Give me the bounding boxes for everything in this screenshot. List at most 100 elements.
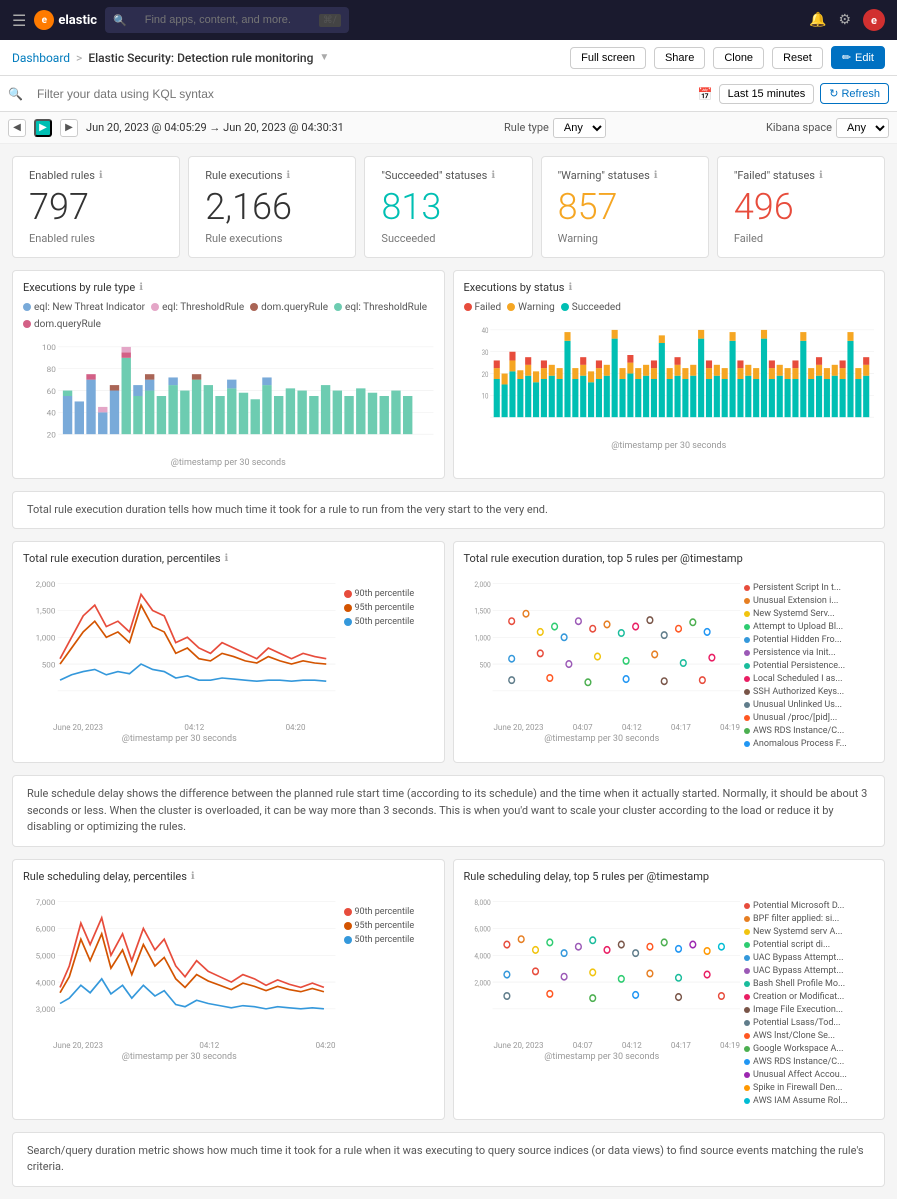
- stat-succeeded: "Succeeded" statuses ℹ 813 Succeeded: [364, 156, 532, 258]
- svg-text:1,500: 1,500: [36, 607, 56, 616]
- schedule-top5-card: Rule scheduling delay, top 5 rules per @…: [453, 859, 886, 1120]
- schedule-scatter-x-axis: June 20, 2023 04:07 04:12 04:17 04:19: [464, 1041, 741, 1050]
- legend-item: eql: ThresholdRule: [151, 302, 244, 313]
- kibana-space-label: Kibana space: [766, 121, 832, 134]
- scatter-legend-item: Attempt to Upload Bl...: [744, 622, 874, 632]
- stat-failed-value: 496: [734, 188, 868, 228]
- enabled-rules-info-icon[interactable]: ℹ: [99, 170, 103, 181]
- svg-text:5,000: 5,000: [36, 951, 56, 960]
- svg-text:500: 500: [479, 660, 490, 670]
- svg-text:100: 100: [42, 343, 56, 352]
- legend-color-dot: [344, 908, 352, 916]
- duration-percentiles-content: 2,000 1,500 1,000 500: [23, 573, 434, 744]
- kibana-space-select[interactable]: Any: [836, 118, 889, 138]
- chart-status-axis-label: @timestamp per 30 seconds: [464, 441, 875, 451]
- scatter-legend-item: SSH Authorized Keys...: [744, 687, 874, 697]
- legend-color-dot: [344, 922, 352, 930]
- scatter-axis-label: @timestamp per 30 seconds: [464, 734, 741, 744]
- legend-color-dot: [507, 303, 515, 311]
- legend-color-dot: [334, 303, 342, 311]
- svg-text:3,000: 3,000: [36, 1005, 56, 1014]
- rule-executions-info-icon[interactable]: ℹ: [286, 170, 290, 181]
- edit-button[interactable]: ✏ Edit: [831, 46, 885, 69]
- legend-color-dot: [464, 303, 472, 311]
- duration-axis-label: @timestamp per 30 seconds: [23, 734, 336, 744]
- scatter-legend-item: Potential Microsoft D...: [744, 901, 874, 911]
- scatter-legend-item: AWS lnst/Clone Se...: [744, 1031, 874, 1041]
- duration-x-axis: June 20, 2023 04:12 04:20: [23, 723, 336, 732]
- nav-right: 🔔 ⚙ e: [809, 9, 885, 31]
- legend-item: 50th percentile: [344, 617, 434, 627]
- stat-succeeded-desc: Succeeded: [381, 232, 515, 245]
- settings-icon[interactable]: ⚙: [838, 12, 851, 28]
- time-range-button[interactable]: Last 15 minutes: [719, 84, 815, 104]
- elastic-logo[interactable]: e elastic: [34, 10, 97, 30]
- schedule-scatter-main: 8,000 6,000 4,000 2,000: [464, 891, 741, 1109]
- legend-color-dot: [23, 320, 31, 328]
- failed-info-icon[interactable]: ℹ: [819, 170, 823, 181]
- succeeded-info-icon[interactable]: ℹ: [491, 170, 495, 181]
- nav-play-button[interactable]: ▶: [34, 119, 52, 137]
- nav-left: ☰ e elastic 🔍 ⌘/: [12, 7, 349, 33]
- schedule-percentiles-info-icon[interactable]: ℹ: [191, 871, 195, 882]
- chart-type-info-icon[interactable]: ℹ: [139, 282, 143, 293]
- stat-enabled-rules-desc: Enabled rules: [29, 232, 163, 245]
- svg-text:2,000: 2,000: [474, 580, 490, 590]
- scatter-legend-item: Local Scheduled I as...: [744, 674, 874, 684]
- clone-button[interactable]: Clone: [713, 47, 764, 69]
- scatter-legend-item: New Systemd Serv...: [744, 609, 874, 619]
- rule-type-select[interactable]: Any: [553, 118, 606, 138]
- duration-percentiles-title: Total rule execution duration, percentil…: [23, 552, 434, 565]
- duration-percentiles-info-icon[interactable]: ℹ: [225, 553, 229, 564]
- breadcrumb-home[interactable]: Dashboard: [12, 51, 70, 65]
- breadcrumb-current: Elastic Security: Detection rule monitor…: [88, 51, 313, 65]
- full-screen-button[interactable]: Full screen: [570, 47, 646, 69]
- schedule-charts-row: Rule scheduling delay, percentiles ℹ 7,0…: [12, 859, 885, 1120]
- stat-warning-value: 857: [558, 188, 692, 228]
- schedule-chart-area: 7,000 6,000 5,000 4,000 3,000: [23, 891, 336, 1041]
- legend-item: Failed: [464, 302, 502, 313]
- schedule-percentiles-card: Rule scheduling delay, percentiles ℹ 7,0…: [12, 859, 445, 1120]
- global-search[interactable]: 🔍 ⌘/: [105, 7, 349, 33]
- scatter-main: 2,000 1,500 1,000 500: [464, 573, 741, 752]
- svg-text:60: 60: [47, 387, 56, 396]
- scatter-legend-item: BPF filter applied: si...: [744, 914, 874, 924]
- svg-text:40: 40: [47, 408, 56, 417]
- kibana-space-group: Kibana space Any: [766, 118, 889, 138]
- bell-icon[interactable]: 🔔: [809, 12, 826, 28]
- stat-rule-executions-label: Rule executions ℹ: [205, 169, 339, 182]
- reset-button[interactable]: Reset: [772, 47, 823, 69]
- duration-chart-main: 2,000 1,500 1,000 500: [23, 573, 336, 744]
- refresh-button[interactable]: ↻ Refresh: [820, 83, 889, 104]
- chart-type-area: 100 80 60 40 20: [23, 336, 434, 456]
- schedule-description: Rule schedule delay shows the difference…: [12, 775, 885, 847]
- duration-chart-area: 2,000 1,500 1,000 500: [23, 573, 336, 723]
- scatter-legend-item: Unusual Affect Accou...: [744, 1070, 874, 1080]
- duration-charts-row: Total rule execution duration, percentil…: [12, 541, 885, 763]
- nav-next-button[interactable]: ▶: [60, 119, 78, 137]
- scatter-legend-item: Persistence via Init...: [744, 648, 874, 658]
- kql-filter-input[interactable]: [29, 87, 692, 101]
- user-avatar[interactable]: e: [863, 9, 885, 31]
- svg-text:7,000: 7,000: [36, 898, 56, 907]
- share-button[interactable]: Share: [654, 47, 705, 69]
- legend-item: 90th percentile: [344, 589, 434, 599]
- legend-item: dom.queryRule: [250, 302, 328, 313]
- legend-color-dot: [344, 604, 352, 612]
- scatter-legend-item: Potential Persistence...: [744, 661, 874, 671]
- charts-row: Executions by rule type ℹ eql: New Threa…: [12, 270, 885, 479]
- scatter-legend: Persistent Script In t... Unusual Extens…: [744, 573, 874, 752]
- breadcrumb-dropdown-icon[interactable]: ▼: [319, 52, 329, 63]
- global-search-input[interactable]: [133, 10, 313, 30]
- schedule-scatter-area: 8,000 6,000 4,000 2,000: [464, 891, 741, 1041]
- menu-icon[interactable]: ☰: [12, 11, 26, 30]
- chart-status-legend: Failed Warning Succeeded: [464, 302, 875, 313]
- legend-color-dot: [344, 618, 352, 626]
- scatter-legend-item: AWS RDS Instance/C...: [744, 726, 874, 736]
- legend-color-dot: [344, 590, 352, 598]
- warning-info-icon[interactable]: ℹ: [654, 170, 658, 181]
- breadcrumb: Dashboard > Elastic Security: Detection …: [12, 51, 329, 65]
- chart-status-info-icon[interactable]: ℹ: [568, 282, 572, 293]
- nav-prev-button[interactable]: ◀: [8, 119, 26, 137]
- scatter-legend-item: Image File Execution...: [744, 1005, 874, 1015]
